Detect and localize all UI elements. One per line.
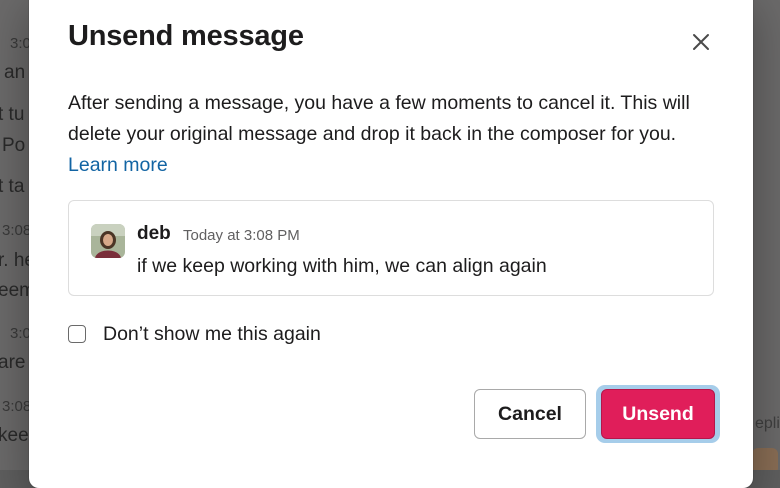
learn-more-link[interactable]: Learn more xyxy=(68,154,168,176)
message-preview: deb Today at 3:08 PM if we keep working … xyxy=(68,200,714,296)
avatar xyxy=(91,224,125,258)
bg-avatar xyxy=(752,448,778,470)
close-button[interactable] xyxy=(683,24,719,60)
bg-replies-fragment: eplie xyxy=(755,415,780,432)
bg-timestamp: 3:08 xyxy=(2,398,32,415)
unsend-button[interactable]: Unsend xyxy=(601,389,715,439)
close-x-icon xyxy=(693,34,709,50)
message-author: deb xyxy=(137,223,171,244)
description-text: After sending a message, you have a few … xyxy=(68,92,690,145)
message-timestamp: Today at 3:08 PM xyxy=(183,227,300,244)
bg-text-fragment: t ta xyxy=(0,176,25,197)
message-text: if we keep working with him, we can alig… xyxy=(137,255,547,277)
dialog-title: Unsend message xyxy=(68,20,304,52)
bg-timestamp: 3:0 xyxy=(10,325,31,342)
bg-timestamp: 3:0 xyxy=(10,35,31,52)
dont-show-again-option[interactable]: Don’t show me this again xyxy=(68,321,321,347)
bg-text-fragment: an xyxy=(4,62,26,83)
unsend-message-dialog: Unsend message After sending a message, … xyxy=(29,0,753,488)
bg-timestamp: 3:08 xyxy=(2,222,32,239)
cancel-button[interactable]: Cancel xyxy=(474,389,586,439)
checkbox-label: Don’t show me this again xyxy=(103,322,321,345)
dont-show-again-checkbox[interactable] xyxy=(68,325,86,343)
bg-text-fragment: t tu xyxy=(0,104,25,125)
bg-text-fragment: Po xyxy=(2,135,26,156)
dialog-description: After sending a message, you have a few … xyxy=(68,88,728,181)
bg-text-fragment: are xyxy=(0,352,26,373)
